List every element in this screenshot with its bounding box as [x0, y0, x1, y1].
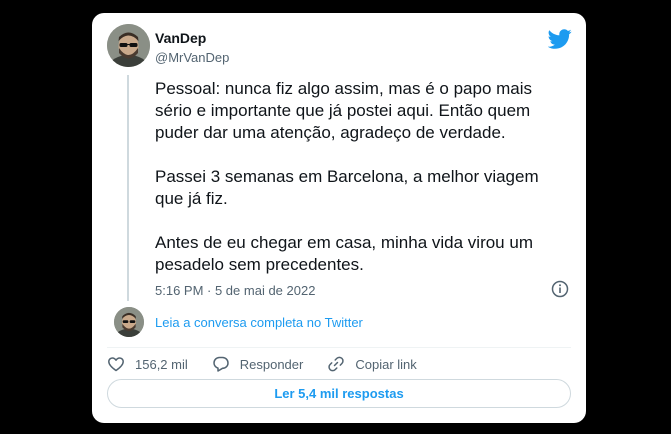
read-conversation-link[interactable]: Leia a conversa completa no Twitter	[155, 315, 363, 330]
copy-link-label: Copiar link	[355, 356, 417, 372]
reply-button[interactable]: Responder	[212, 355, 304, 373]
info-icon[interactable]	[551, 280, 569, 298]
twitter-bird-icon[interactable]	[547, 27, 572, 51]
reply-icon	[213, 356, 229, 372]
like-button[interactable]: 156,2 mil	[107, 355, 188, 373]
thread-connector-line	[127, 75, 129, 301]
author-handle[interactable]: @MrVanDep	[155, 50, 229, 65]
read-replies-button[interactable]: Ler 5,4 mil respostas	[107, 379, 571, 408]
divider	[107, 347, 571, 348]
author-avatar[interactable]	[107, 24, 150, 67]
action-bar: 156,2 mil Responder Copiar link	[107, 353, 441, 375]
tweet-timestamp[interactable]: 5:16 PM · 5 de mai de 2022	[155, 283, 315, 298]
reply-label: Responder	[239, 356, 304, 372]
author-display-name[interactable]: VanDep	[155, 30, 206, 46]
tweet-paragraph: Passei 3 semanas em Barcelona, a melhor …	[155, 167, 539, 208]
author-avatar-small[interactable]	[114, 307, 144, 337]
tweet-card: VanDep @MrVanDep Pessoal: nunca fiz algo…	[92, 13, 586, 423]
link-icon	[328, 356, 345, 372]
like-count: 156,2 mil	[135, 356, 188, 372]
tweet-paragraph: Pessoal: nunca fiz algo assim, mas é o p…	[155, 79, 533, 142]
tweet-text: Pessoal: nunca fiz algo assim, mas é o p…	[155, 78, 565, 276]
heart-icon	[108, 357, 124, 372]
tweet-paragraph: Antes de eu chegar em casa, minha vida v…	[155, 233, 533, 274]
copy-link-button[interactable]: Copiar link	[327, 355, 417, 373]
